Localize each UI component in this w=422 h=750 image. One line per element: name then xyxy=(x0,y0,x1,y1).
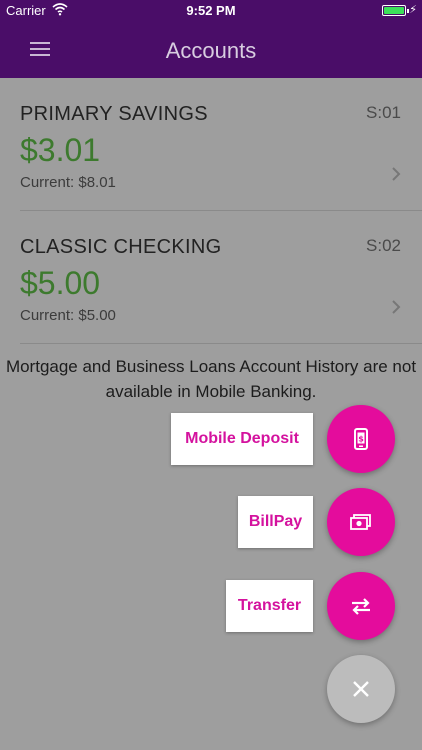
page-title: Accounts xyxy=(165,38,257,63)
mobile-deposit-icon: $ xyxy=(354,428,368,450)
current-balance: Current: $8.01 xyxy=(20,174,116,191)
account-name: PRIMARY SAVINGS xyxy=(20,103,208,125)
chevron-right-icon xyxy=(392,300,401,314)
current-balance: Current: $5.00 xyxy=(20,307,116,324)
chevron-right-icon xyxy=(392,167,401,181)
available-balance: $3.01 xyxy=(20,132,101,168)
transfer-label[interactable]: Transfer xyxy=(226,580,313,632)
mobile-deposit-button[interactable]: $ xyxy=(327,405,395,473)
loans-notice: Mortgage and Business Loans Account Hist… xyxy=(5,357,417,401)
bills-icon xyxy=(350,514,371,530)
account-row-primary-savings[interactable]: PRIMARY SAVINGS S:01 $3.01 Current: $8.0… xyxy=(0,78,422,210)
swap-arrows-icon xyxy=(352,598,370,615)
divider xyxy=(20,343,422,344)
battery-icon xyxy=(382,5,409,16)
billpay-button[interactable] xyxy=(327,488,395,556)
svg-text:$: $ xyxy=(358,435,364,444)
nav-bar: Accounts xyxy=(0,22,422,78)
mobile-deposit-label[interactable]: Mobile Deposit xyxy=(171,413,313,465)
status-bar: Carrier 9:52 PM ⚡ xyxy=(0,0,422,22)
close-menu-button[interactable] xyxy=(327,655,395,723)
account-code: S:02 xyxy=(366,236,401,255)
account-row-classic-checking[interactable]: CLASSIC CHECKING S:02 $5.00 Current: $5.… xyxy=(0,211,422,343)
close-icon xyxy=(353,681,369,697)
charging-icon: ⚡ xyxy=(409,4,417,16)
clock: 9:52 PM xyxy=(186,3,236,18)
available-balance: $5.00 xyxy=(20,265,101,301)
account-name: CLASSIC CHECKING xyxy=(20,236,222,258)
billpay-label[interactable]: BillPay xyxy=(238,496,313,548)
account-code: S:01 xyxy=(366,103,401,122)
transfer-button[interactable] xyxy=(327,572,395,640)
